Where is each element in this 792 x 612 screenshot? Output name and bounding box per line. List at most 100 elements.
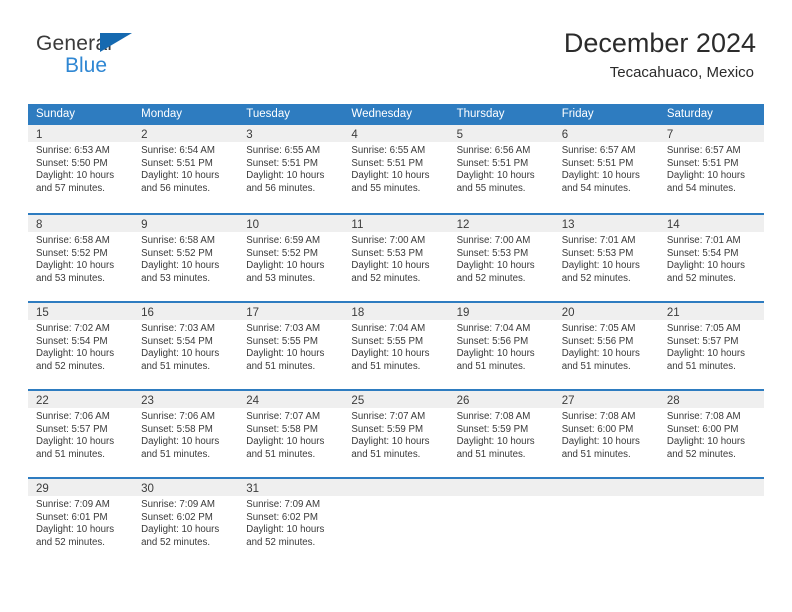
weekday-monday: Monday bbox=[141, 108, 183, 120]
daylight-text-line1: Daylight: 10 hours bbox=[561, 260, 640, 272]
day-cell[interactable]: 4 Sunrise: 6:55 AM Sunset: 5:51 PM Dayli… bbox=[343, 125, 449, 213]
day-cell[interactable]: 17 Sunrise: 7:03 AM Sunset: 5:55 PM Dayl… bbox=[238, 303, 344, 389]
day-number: 6 bbox=[561, 129, 569, 141]
sunrise-text: Sunrise: 6:58 AM bbox=[141, 235, 215, 246]
day-details: Sunrise: 6:55 AM Sunset: 5:51 PM Dayligh… bbox=[238, 142, 343, 195]
week-row: 8 Sunrise: 6:58 AM Sunset: 5:52 PM Dayli… bbox=[28, 213, 764, 301]
daylight-text-line1: Daylight: 10 hours bbox=[456, 260, 535, 272]
day-cell[interactable]: 18 Sunrise: 7:04 AM Sunset: 5:55 PM Dayl… bbox=[343, 303, 449, 389]
sunrise-text: Sunrise: 7:09 AM bbox=[141, 499, 215, 510]
daylight-text-line2: and 53 minutes. bbox=[246, 272, 316, 284]
day-cell[interactable]: 19 Sunrise: 7:04 AM Sunset: 5:56 PM Dayl… bbox=[448, 303, 554, 389]
day-number: 21 bbox=[666, 307, 680, 319]
day-cell[interactable]: 11 Sunrise: 7:00 AM Sunset: 5:53 PM Dayl… bbox=[343, 215, 449, 301]
day-details: Sunrise: 7:09 AM Sunset: 6:02 PM Dayligh… bbox=[238, 496, 343, 549]
sunset-text: Sunset: 5:55 PM bbox=[246, 335, 318, 347]
day-cell[interactable]: 3 Sunrise: 6:55 AM Sunset: 5:51 PM Dayli… bbox=[238, 125, 344, 213]
daylight-text-line2: and 56 minutes. bbox=[246, 182, 316, 194]
day-details: Sunrise: 7:03 AM Sunset: 5:54 PM Dayligh… bbox=[133, 320, 238, 373]
day-details: Sunrise: 7:00 AM Sunset: 5:53 PM Dayligh… bbox=[449, 232, 554, 285]
sunset-text: Sunset: 5:59 PM bbox=[351, 423, 424, 435]
day-cell[interactable]: 1 Sunrise: 6:53 AM Sunset: 5:50 PM Dayli… bbox=[28, 125, 134, 213]
day-number: 18 bbox=[351, 307, 365, 319]
day-cell[interactable]: 5 Sunrise: 6:56 AM Sunset: 5:51 PM Dayli… bbox=[448, 125, 554, 213]
daylight-text-line2: and 51 minutes. bbox=[456, 448, 526, 460]
day-cell[interactable]: 30 Sunrise: 7:09 AM Sunset: 6:02 PM Dayl… bbox=[133, 479, 239, 565]
daylight-text-line2: and 51 minutes. bbox=[561, 360, 631, 372]
day-number: 31 bbox=[246, 483, 260, 495]
day-number-strip: 7 bbox=[658, 125, 764, 142]
day-cell[interactable]: 8 Sunrise: 6:58 AM Sunset: 5:52 PM Dayli… bbox=[28, 215, 134, 301]
weekday-tuesday: Tuesday bbox=[246, 108, 290, 120]
day-cell[interactable]: 6 Sunrise: 6:57 AM Sunset: 5:51 PM Dayli… bbox=[553, 125, 659, 213]
day-details: Sunrise: 6:53 AM Sunset: 5:50 PM Dayligh… bbox=[28, 142, 133, 195]
day-cell[interactable]: 24 Sunrise: 7:07 AM Sunset: 5:58 PM Dayl… bbox=[238, 391, 344, 477]
sunset-text: Sunset: 5:52 PM bbox=[246, 247, 318, 259]
day-details: Sunrise: 7:06 AM Sunset: 5:58 PM Dayligh… bbox=[133, 408, 238, 461]
sunrise-text: Sunrise: 6:59 AM bbox=[246, 235, 321, 246]
day-number: 11 bbox=[351, 219, 364, 231]
sunset-text: Sunset: 5:55 PM bbox=[351, 335, 424, 347]
day-cell[interactable]: 12 Sunrise: 7:00 AM Sunset: 5:53 PM Dayl… bbox=[448, 215, 554, 301]
sunset-text: Sunset: 5:54 PM bbox=[36, 335, 108, 347]
day-number: 3 bbox=[246, 129, 253, 141]
general-blue-logo[interactable]: General Blue bbox=[36, 33, 132, 76]
day-details: Sunrise: 7:02 AM Sunset: 5:54 PM Dayligh… bbox=[28, 320, 133, 373]
day-number: 25 bbox=[351, 395, 365, 407]
day-cell[interactable]: 28 Sunrise: 7:08 AM Sunset: 6:00 PM Dayl… bbox=[658, 391, 764, 477]
sunrise-text: Sunrise: 6:53 AM bbox=[36, 145, 110, 156]
day-cell[interactable]: 2 Sunrise: 6:54 AM Sunset: 5:51 PM Dayli… bbox=[133, 125, 239, 213]
sunrise-text: Sunrise: 6:55 AM bbox=[351, 145, 426, 156]
sunrise-text: Sunrise: 7:00 AM bbox=[456, 235, 531, 246]
day-details: Sunrise: 7:03 AM Sunset: 5:55 PM Dayligh… bbox=[238, 320, 343, 373]
daylight-text-line1: Daylight: 10 hours bbox=[246, 436, 325, 448]
daylight-text-line1: Daylight: 10 hours bbox=[141, 170, 220, 182]
sunrise-text: Sunrise: 6:55 AM bbox=[246, 145, 321, 156]
daylight-text-line2: and 51 minutes. bbox=[246, 448, 316, 460]
day-cell[interactable]: 7 Sunrise: 6:57 AM Sunset: 5:51 PM Dayli… bbox=[658, 125, 764, 213]
sunset-text: Sunset: 5:53 PM bbox=[561, 247, 634, 259]
day-cell[interactable]: 29 Sunrise: 7:09 AM Sunset: 6:01 PM Dayl… bbox=[28, 479, 134, 565]
day-cell[interactable]: 26 Sunrise: 7:08 AM Sunset: 5:59 PM Dayl… bbox=[448, 391, 554, 477]
day-number: 12 bbox=[456, 219, 470, 231]
day-cell[interactable]: 15 Sunrise: 7:02 AM Sunset: 5:54 PM Dayl… bbox=[28, 303, 134, 389]
weekday-friday: Friday bbox=[561, 108, 594, 120]
day-number-strip: 15 bbox=[28, 303, 134, 320]
day-number: 5 bbox=[456, 129, 463, 141]
daylight-text-line1: Daylight: 10 hours bbox=[666, 260, 745, 272]
day-cell[interactable]: 16 Sunrise: 7:03 AM Sunset: 5:54 PM Dayl… bbox=[133, 303, 239, 389]
day-number: 1 bbox=[36, 129, 43, 141]
day-details: Sunrise: 6:59 AM Sunset: 5:52 PM Dayligh… bbox=[238, 232, 343, 285]
day-cell[interactable]: 23 Sunrise: 7:06 AM Sunset: 5:58 PM Dayl… bbox=[133, 391, 239, 477]
day-cell-empty bbox=[658, 479, 764, 565]
day-cell[interactable]: 31 Sunrise: 7:09 AM Sunset: 6:02 PM Dayl… bbox=[238, 479, 344, 565]
day-cell[interactable]: 14 Sunrise: 7:01 AM Sunset: 5:54 PM Dayl… bbox=[658, 215, 764, 301]
daylight-text-line2: and 52 minutes. bbox=[456, 272, 526, 284]
day-cell[interactable]: 22 Sunrise: 7:06 AM Sunset: 5:57 PM Dayl… bbox=[28, 391, 134, 477]
day-number: 20 bbox=[561, 307, 575, 319]
sunset-text: Sunset: 6:00 PM bbox=[666, 423, 739, 435]
weekday-thursday: Thursday bbox=[456, 108, 505, 120]
calendar-grid: Sunday Monday Tuesday Wednesday Thursday… bbox=[28, 104, 764, 565]
daylight-text-line2: and 51 minutes. bbox=[351, 360, 421, 372]
day-cell[interactable]: 25 Sunrise: 7:07 AM Sunset: 5:59 PM Dayl… bbox=[343, 391, 449, 477]
day-number: 8 bbox=[36, 219, 43, 231]
daylight-text-line2: and 54 minutes. bbox=[666, 182, 736, 194]
sunset-text: Sunset: 5:59 PM bbox=[456, 423, 529, 435]
sunrise-text: Sunrise: 7:06 AM bbox=[141, 411, 215, 422]
day-cell[interactable]: 10 Sunrise: 6:59 AM Sunset: 5:52 PM Dayl… bbox=[238, 215, 344, 301]
sunset-text: Sunset: 5:52 PM bbox=[36, 247, 108, 259]
day-cell[interactable]: 13 Sunrise: 7:01 AM Sunset: 5:53 PM Dayl… bbox=[553, 215, 659, 301]
day-details: Sunrise: 7:06 AM Sunset: 5:57 PM Dayligh… bbox=[28, 408, 133, 461]
day-cell[interactable]: 20 Sunrise: 7:05 AM Sunset: 5:56 PM Dayl… bbox=[553, 303, 659, 389]
day-cell[interactable]: 21 Sunrise: 7:05 AM Sunset: 5:57 PM Dayl… bbox=[658, 303, 764, 389]
daylight-text-line1: Daylight: 10 hours bbox=[141, 348, 220, 360]
daylight-text-line2: and 52 minutes. bbox=[666, 272, 736, 284]
day-cell[interactable]: 9 Sunrise: 6:58 AM Sunset: 5:52 PM Dayli… bbox=[133, 215, 239, 301]
day-number-strip: 11 bbox=[343, 215, 449, 232]
day-cell[interactable]: 27 Sunrise: 7:08 AM Sunset: 6:00 PM Dayl… bbox=[553, 391, 659, 477]
sunset-text: Sunset: 6:02 PM bbox=[246, 511, 318, 523]
sunset-text: Sunset: 5:51 PM bbox=[351, 157, 424, 169]
daylight-text-line2: and 54 minutes. bbox=[561, 182, 631, 194]
day-number-strip: 26 bbox=[448, 391, 554, 408]
